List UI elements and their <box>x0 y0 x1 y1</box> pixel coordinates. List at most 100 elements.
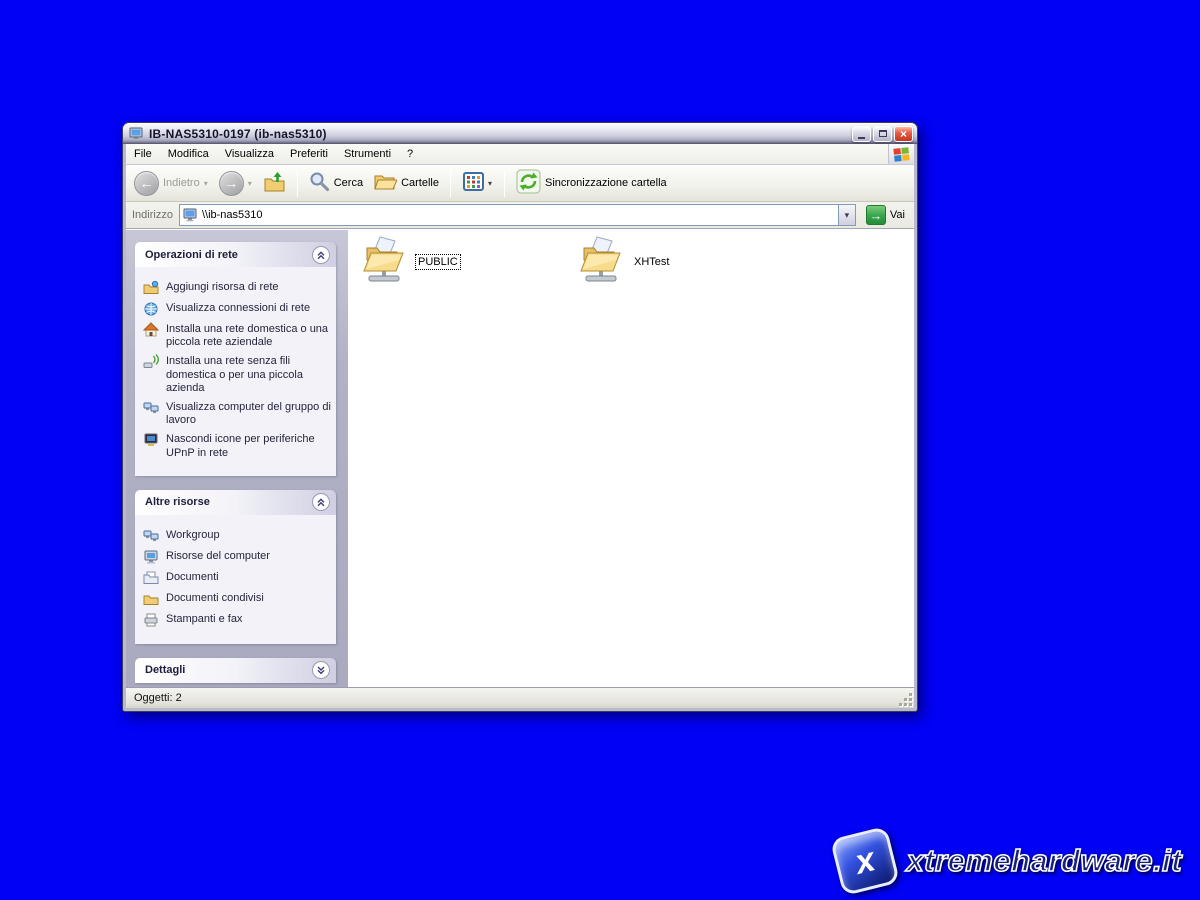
sidebar: Operazioni di rete Aggiungi risorsa di r… <box>126 230 348 687</box>
pane-other-places: Altre risorse Workgroup Risorse del comp <box>135 490 336 644</box>
documents-icon <box>143 570 159 586</box>
addressbar: Indirizzo \\ib-nas5310 ▾ → Vai <box>126 202 914 229</box>
back-icon: ← <box>134 171 159 196</box>
sync-icon <box>516 169 541 197</box>
close-button[interactable]: × <box>894 126 913 142</box>
close-icon: × <box>900 128 907 140</box>
chevron-down-icon: ▾ <box>845 210 850 221</box>
windows-logo <box>888 144 914 164</box>
sidebar-item-setup-home-network[interactable]: Installa una rete domestica o una piccol… <box>143 323 332 349</box>
forward-icon: → <box>219 171 244 196</box>
back-dropdown-icon[interactable]: ▾ <box>204 179 208 188</box>
workgroup-icon <box>143 528 159 544</box>
statusbar: Oggetti: 2 <box>126 687 914 708</box>
maximize-icon <box>879 130 887 137</box>
views-button[interactable]: ▾ <box>458 169 497 197</box>
menubar: File Modifica Visualizza Preferiti Strum… <box>126 144 914 165</box>
address-dropdown-button[interactable]: ▾ <box>838 205 855 225</box>
folders-label: Cartelle <box>401 177 439 189</box>
folders-button[interactable]: Cartelle <box>370 170 443 197</box>
maximize-button[interactable] <box>873 126 892 142</box>
pane-title: Altre risorse <box>145 496 210 508</box>
chevron-up-icon[interactable] <box>312 246 330 264</box>
printer-icon <box>143 612 159 628</box>
search-label: Cerca <box>334 177 363 189</box>
folder-label[interactable]: PUBLIC <box>415 254 461 270</box>
up-button[interactable] <box>259 168 290 199</box>
sidebar-item-network-connections[interactable]: Visualizza connessioni di rete <box>143 302 332 317</box>
menu-strumenti[interactable]: Strumenti <box>336 144 399 164</box>
sidebar-item-add-network-place[interactable]: Aggiungi risorsa di rete <box>143 281 332 296</box>
menu-help[interactable]: ? <box>399 144 421 164</box>
views-icon <box>463 172 484 194</box>
folders-icon <box>374 172 397 195</box>
titlebar[interactable]: IB-NAS5310-0197 (ib-nas5310) × <box>123 123 917 144</box>
back-button[interactable]: ← Indietro ▾ <box>130 169 212 198</box>
sidebar-item-printers-faxes[interactable]: Stampanti e fax <box>143 613 332 628</box>
address-label: Indirizzo <box>132 209 173 221</box>
forward-button[interactable]: → ▾ <box>215 169 256 198</box>
window-title: IB-NAS5310-0197 (ib-nas5310) <box>149 127 847 141</box>
address-value: \\ib-nas5310 <box>202 209 834 221</box>
pane-title: Dettagli <box>145 664 185 676</box>
sidebar-item-hide-upnp-icons[interactable]: Nascondi icone per periferiche UPnP in r… <box>143 433 332 459</box>
folder-view[interactable]: PUBLIC XHTest <box>348 230 914 687</box>
menu-file[interactable]: File <box>126 144 160 164</box>
pane-details-header[interactable]: Dettagli <box>135 658 336 683</box>
pane-details: Dettagli <box>135 658 336 683</box>
minimize-icon <box>858 137 865 139</box>
pane-network-tasks-header[interactable]: Operazioni di rete <box>135 242 336 267</box>
toolbar-separator <box>450 170 451 197</box>
menu-preferiti[interactable]: Preferiti <box>282 144 336 164</box>
window-body: Operazioni di rete Aggiungi risorsa di r… <box>126 229 914 687</box>
sidebar-item-shared-documents[interactable]: Documenti condivisi <box>143 592 332 607</box>
watermark: x xtremehardware.it <box>836 832 1182 890</box>
home-network-icon <box>143 322 159 338</box>
sidebar-item-setup-wireless-network[interactable]: Installa una rete senza fili domestica o… <box>143 355 332 395</box>
add-network-place-icon <box>143 280 159 296</box>
sidebar-item-my-computer[interactable]: Risorse del computer <box>143 550 332 565</box>
sidebar-item-view-workgroup-computers[interactable]: Visualizza computer del gruppo di lavoro <box>143 401 332 427</box>
wireless-network-icon <box>143 354 159 370</box>
xtremehardware-logo-icon: x <box>830 826 900 896</box>
toolbar: ← Indietro ▾ → ▾ Cerca <box>126 165 914 202</box>
computer-icon <box>183 208 198 222</box>
status-text: Oggetti: 2 <box>134 692 182 704</box>
folder-up-icon <box>263 170 286 197</box>
search-button[interactable]: Cerca <box>305 169 367 197</box>
folder-label[interactable]: XHTest <box>632 255 671 269</box>
sync-label: Sincronizzazione cartella <box>545 177 667 189</box>
folder-tile-public[interactable]: PUBLIC <box>361 236 571 287</box>
chevron-down-icon[interactable] <box>312 661 330 679</box>
toolbar-separator <box>297 170 298 197</box>
address-input[interactable]: \\ib-nas5310 ▾ <box>179 204 856 226</box>
resize-grip-icon[interactable] <box>900 694 913 707</box>
upnp-device-icon <box>143 432 159 448</box>
shared-folder-icon <box>143 591 159 607</box>
go-label: Vai <box>890 209 905 221</box>
workgroup-icon <box>143 400 159 416</box>
chevron-up-icon[interactable] <box>312 493 330 511</box>
explorer-window: IB-NAS5310-0197 (ib-nas5310) × File Modi… <box>122 122 918 712</box>
my-computer-icon <box>143 549 159 565</box>
pane-other-places-header[interactable]: Altre risorse <box>135 490 336 515</box>
sidebar-item-my-documents[interactable]: Documenti <box>143 571 332 586</box>
forward-dropdown-icon[interactable]: ▾ <box>248 179 252 188</box>
network-connections-icon <box>143 301 159 317</box>
menubar-spacer <box>421 144 888 164</box>
sidebar-item-workgroup[interactable]: Workgroup <box>143 529 332 544</box>
sync-button[interactable]: Sincronizzazione cartella <box>512 167 671 199</box>
network-share-folder-icon <box>578 236 624 287</box>
go-arrow-icon: → <box>866 205 886 225</box>
pane-network-tasks: Operazioni di rete Aggiungi risorsa di r… <box>135 242 336 476</box>
watermark-text: xtremehardware.it <box>906 843 1182 879</box>
views-dropdown-icon[interactable]: ▾ <box>488 179 492 188</box>
folder-tile-xhtest[interactable]: XHTest <box>578 236 788 287</box>
menu-visualizza[interactable]: Visualizza <box>217 144 282 164</box>
toolbar-separator <box>504 170 505 197</box>
menu-modifica[interactable]: Modifica <box>160 144 217 164</box>
minimize-button[interactable] <box>852 126 871 142</box>
desktop: IB-NAS5310-0197 (ib-nas5310) × File Modi… <box>0 0 1200 900</box>
go-button[interactable]: → Vai <box>862 205 911 225</box>
back-label: Indietro <box>163 177 200 189</box>
